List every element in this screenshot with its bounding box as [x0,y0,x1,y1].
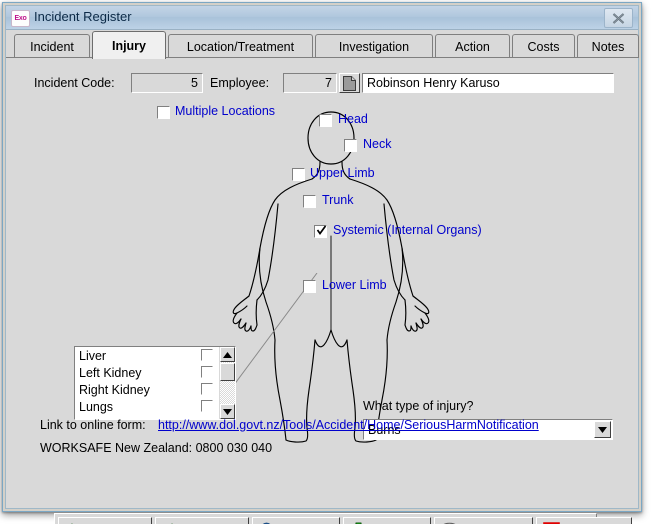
label-neck: Neck [363,137,392,151]
screenshot-root: Exo Incident Register Incident Injury Lo… [0,0,654,524]
checkbox-trunk[interactable] [303,195,316,208]
triangle-down-icon [223,408,232,415]
tab-incident[interactable]: Incident [14,34,90,58]
checkmark-icon [316,225,327,235]
organ-list-scrollbar[interactable] [219,347,235,419]
tab-injury[interactable]: Injury [92,31,166,59]
scroll-thumb[interactable] [220,363,235,381]
checkbox-lower-limb[interactable] [303,280,316,293]
window-title: Incident Register [34,9,132,24]
label-systemic: Systemic (Internal Organs) [333,223,482,237]
exit-button[interactable]: Exit : Esc [536,517,632,524]
find-button[interactable]: Find : F9 [252,517,340,524]
tab-costs[interactable]: Costs [512,34,575,58]
triangle-up-icon [223,351,232,358]
window-inner-frame: Exo Incident Register Incident Injury Lo… [5,5,639,524]
label-upper-limb: Upper Limb [310,166,375,180]
tab-investigation[interactable]: Investigation [315,34,433,58]
tab-location-treatment[interactable]: Location/Treatment [168,34,313,58]
incident-code-label: Incident Code: [34,76,115,90]
worksafe-label: WORKSAFE New Zealand: 0800 030 040 [40,441,273,455]
organ-checkbox[interactable] [201,383,213,395]
checkbox-neck[interactable] [344,139,357,152]
add-button[interactable]: Add : F4 [343,517,431,524]
injury-panel: Incident Code: 5 Employee: 7 Robinson He… [6,58,638,524]
organ-label: Right Kidney [79,382,150,397]
tab-strip: Incident Injury Location/Treatment Inves… [6,30,639,59]
online-form-link[interactable]: http://www.dol.govt.nz/Tools/Accident/Ho… [158,418,539,432]
employee-code-field[interactable]: 7 [283,73,337,93]
organ-list-item[interactable]: Right Kidney [75,381,235,398]
document-lookup-icon [343,75,356,91]
employee-name-field[interactable]: Robinson Henry Karuso [362,73,614,93]
organ-list-item[interactable]: Lungs [75,398,235,415]
organ-list-box[interactable]: Liver Left Kidney Right Kidney Lungs [74,346,236,420]
organ-checkbox[interactable] [201,400,213,412]
organ-label: Left Kidney [79,365,142,380]
title-bar: Exo Incident Register [6,6,638,30]
organ-label: Liver [79,348,107,363]
employee-label: Employee: [210,76,270,90]
close-icon [612,12,625,24]
organ-list-item[interactable]: Left Kidney [75,364,235,381]
incident-code-field[interactable]: 5 [131,73,203,93]
checkbox-upper-limb[interactable] [292,168,305,181]
incident-register-window: Exo Incident Register Incident Injury Lo… [2,2,642,524]
employee-lookup-button[interactable] [339,73,360,93]
scroll-up-button[interactable] [220,347,235,362]
next-button[interactable]: Next : F8 [155,517,249,524]
checkbox-systemic[interactable] [314,225,327,238]
organ-label: Lungs [79,399,114,414]
multiple-locations-label: Multiple Locations [175,104,276,118]
label-lower-limb: Lower Limb [322,278,387,292]
label-trunk: Trunk [322,193,354,207]
prev-button[interactable]: Prev : F7 [58,517,152,524]
checkbox-head[interactable] [319,114,332,127]
scroll-down-button[interactable] [220,404,235,419]
organ-checkbox[interactable] [201,349,213,361]
tab-notes[interactable]: Notes [577,34,639,58]
organ-checkbox[interactable] [201,366,213,378]
tab-action[interactable]: Action [435,34,510,58]
navigation-toolbar: Prev : F7 Next : F8 [54,513,632,524]
link-prefix-label: Link to online form: [40,418,146,432]
multiple-locations-checkbox[interactable] [157,106,170,119]
delete-button[interactable]: Delete : F6 [434,517,533,524]
close-button[interactable] [604,8,633,28]
injury-type-dropdown-button[interactable] [594,421,611,438]
chevron-down-icon [598,426,607,433]
organ-list-item[interactable]: Liver [75,347,235,364]
injury-type-question: What type of injury? [363,399,474,413]
label-head: Head [338,112,368,126]
exo-logo-icon: Exo [11,10,30,27]
